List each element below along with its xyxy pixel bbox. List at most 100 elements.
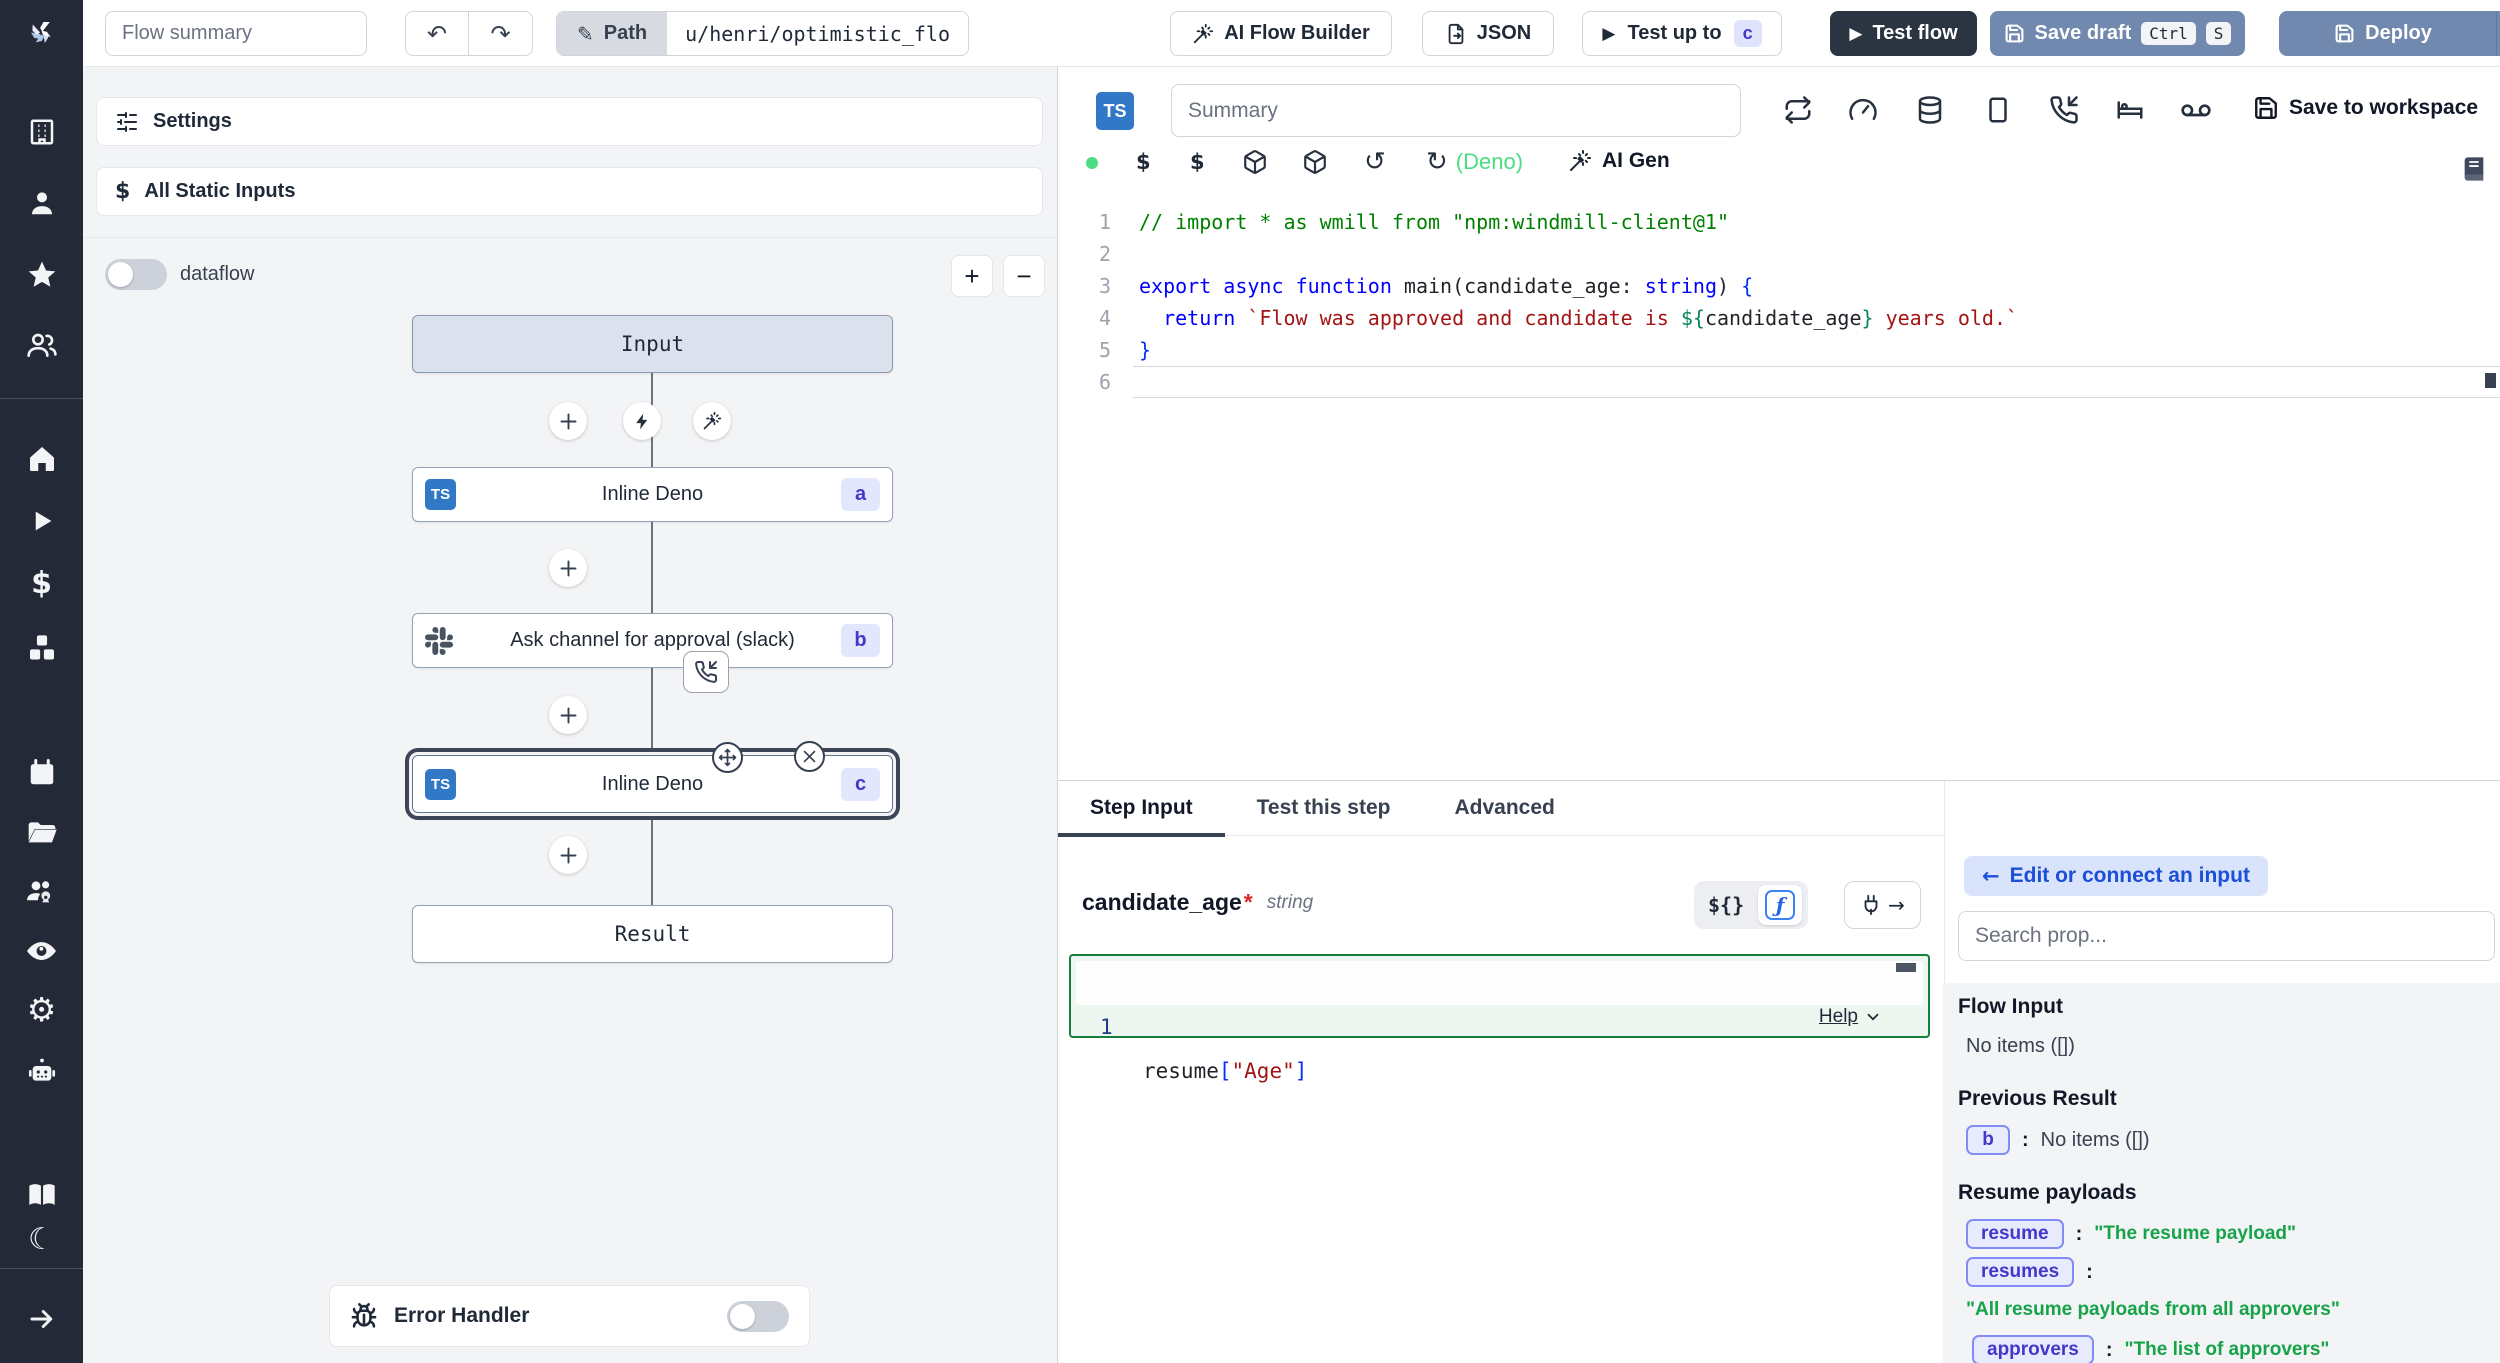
package-cube-icon-2[interactable] (1302, 149, 1328, 180)
workers-users-gear-icon[interactable] (25, 875, 58, 908)
all-static-inputs-card[interactable]: $ All Static Inputs (96, 167, 1043, 216)
path-value[interactable]: u/henri/optimistic_flo (667, 12, 968, 55)
ai-gen-button[interactable]: AI Gen (1568, 149, 1670, 173)
help-link[interactable]: Help (1819, 1006, 1882, 1028)
step-summary-input[interactable] (1171, 84, 1741, 137)
windmill-flow-builder: $ ⚙ ☾ ↶ ↷ (0, 0, 2500, 1363)
dollar-tool-icon[interactable]: $ (1136, 150, 1151, 174)
delete-node-button[interactable] (794, 741, 825, 772)
previous-result-title: Previous Result (1958, 1087, 2117, 1111)
undo-button[interactable]: ↶ (406, 11, 469, 56)
ai-robot-icon[interactable] (25, 1055, 58, 1088)
language-status-dot (1086, 157, 1098, 169)
ai-flow-builder-button[interactable]: AI Flow Builder (1170, 11, 1392, 56)
refresh-icon: ↻ (1426, 147, 1448, 177)
audit-eye-icon[interactable] (25, 934, 58, 967)
schedules-calendar-icon[interactable] (25, 756, 58, 789)
home-icon[interactable] (25, 442, 58, 475)
phone-incoming-icon[interactable] (2049, 95, 2079, 130)
sleep-bed-icon[interactable] (2115, 95, 2145, 130)
variables-dollar-icon[interactable]: $ (25, 567, 58, 600)
user-icon[interactable] (25, 186, 58, 219)
add-step-button[interactable] (549, 836, 587, 874)
tab-step-input[interactable]: Step Input (1058, 781, 1225, 835)
expression-editor[interactable]: 1 resume["Age"] Help (1069, 954, 1930, 1038)
connect-input-plug-button[interactable]: → (1844, 881, 1921, 929)
deploy-button[interactable]: Deploy (2280, 12, 2486, 55)
flow-node-result[interactable]: Result (412, 905, 893, 963)
save-draft-button[interactable]: Save draft Ctrl S (1990, 11, 2245, 56)
dataflow-label: dataflow (180, 263, 255, 286)
settings-card[interactable]: Settings (96, 97, 1043, 146)
dollar-icon: $ (115, 179, 130, 204)
flow-input-empty: No items ([]) (1966, 1035, 2075, 1058)
save-to-workspace-button[interactable]: Save to workspace (2253, 95, 2478, 121)
chevron-down-icon (1864, 1008, 1882, 1026)
tab-advanced[interactable]: Advanced (1422, 781, 1586, 835)
flow-node-b[interactable]: Ask channel for approval (slack) b (412, 613, 893, 668)
reload-language-group[interactable]: ↻ (Deno) (1426, 147, 1523, 177)
error-handler-toggle[interactable] (727, 1301, 789, 1332)
prop-badge-approvers[interactable]: approvers (1972, 1335, 2094, 1363)
add-step-button[interactable] (549, 696, 587, 734)
dataflow-toggle[interactable] (105, 259, 167, 290)
ai-wand-button[interactable] (693, 402, 731, 440)
settings-gear-icon[interactable]: ⚙ (25, 993, 58, 1026)
docs-book-icon-small[interactable] (2460, 155, 2488, 188)
prop-badge-resumes[interactable]: resumes (1966, 1257, 2074, 1287)
tab-test-this-step[interactable]: Test this step (1225, 781, 1423, 835)
database-icon[interactable] (1915, 95, 1945, 130)
function-mode-option-selected[interactable]: ƒ (1758, 885, 1802, 925)
favorites-star-icon[interactable] (25, 258, 58, 291)
prop-badge-b[interactable]: b (1966, 1125, 2010, 1155)
prop-picker-section: Flow Input No items ([]) Previous Result… (1943, 983, 2500, 1363)
deploy-dropdown-button[interactable] (2496, 12, 2500, 55)
flow-summary-input[interactable] (105, 11, 367, 56)
prop-badge-resume[interactable]: resume (1966, 1219, 2064, 1249)
search-prop-input[interactable] (1958, 911, 2495, 961)
windmill-logo-icon[interactable] (25, 16, 58, 49)
flow-graph-panel: Settings $ All Static Inputs dataflow + … (83, 67, 1057, 1363)
repeat-loop-icon[interactable] (1783, 95, 1813, 130)
add-step-button[interactable] (549, 549, 587, 587)
json-button[interactable]: JSON (1422, 11, 1554, 56)
plug-icon (1860, 894, 1882, 916)
connect-input-panel: ← Edit or connect an input Flow Input No… (2000, 780, 2500, 1363)
dollar-tool-icon-2[interactable]: $ (1190, 150, 1205, 174)
edit-or-connect-button[interactable]: ← Edit or connect an input (1964, 856, 2268, 896)
suspend-phone-incoming-badge[interactable] (683, 651, 729, 693)
template-mode-option[interactable]: ${} (1700, 893, 1752, 917)
save-icon (2253, 95, 2279, 121)
flow-node-a[interactable]: TS Inline Deno a (412, 467, 893, 522)
move-node-button[interactable] (712, 742, 743, 773)
expr-code: resume["Age"] (1143, 1049, 1307, 1093)
kbd-ctrl: Ctrl (2141, 22, 2196, 45)
dark-mode-moon-icon[interactable]: ☾ (25, 1223, 58, 1256)
trigger-bolt-button[interactable] (623, 402, 661, 440)
history-undo-icon[interactable]: ↺ (1364, 147, 1386, 177)
runs-play-icon[interactable] (25, 504, 58, 537)
resources-boxes-icon[interactable] (25, 631, 58, 664)
path-group[interactable]: ✎ Path u/henri/optimistic_flo (556, 11, 969, 56)
docs-book-icon[interactable] (25, 1178, 58, 1211)
redo-button[interactable]: ↷ (469, 11, 532, 56)
groups-icon[interactable] (25, 328, 58, 361)
zoom-in-button[interactable]: + (951, 255, 993, 297)
add-step-button[interactable] (549, 402, 587, 440)
test-flow-button[interactable]: ▶ Test flow (1830, 11, 1977, 56)
error-handler-label: Error Handler (394, 1304, 529, 1328)
voicemail-icon[interactable] (2180, 95, 2212, 132)
field-header: candidate_age* string (1082, 889, 1313, 916)
zoom-out-button[interactable]: − (1003, 255, 1045, 297)
error-handler-card[interactable]: Error Handler (329, 1285, 810, 1347)
back-arrow-icon: ← (1982, 864, 2000, 888)
folders-icon[interactable] (25, 816, 58, 849)
workspace-building-icon[interactable] (25, 115, 58, 148)
code-editor[interactable]: 123456 // import * as wmill from "npm:wi… (1058, 206, 2500, 780)
test-up-to-button[interactable]: ▶ Test up to c (1582, 11, 1782, 56)
package-cube-icon[interactable] (1242, 149, 1268, 180)
gauge-icon[interactable] (1848, 95, 1878, 130)
mobile-frame-icon[interactable] (1983, 95, 2013, 130)
expand-sidebar-arrow-icon[interactable] (25, 1302, 58, 1335)
flow-node-input[interactable]: Input (412, 315, 893, 373)
